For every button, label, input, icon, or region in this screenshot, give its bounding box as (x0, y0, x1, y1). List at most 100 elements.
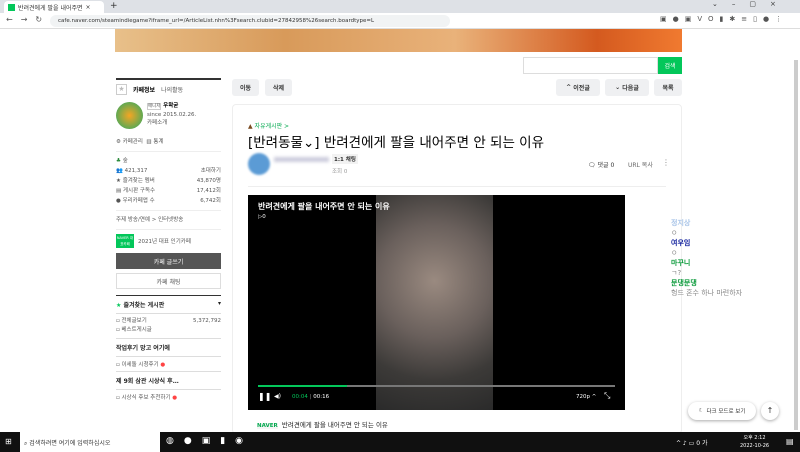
duration: 00:16 (313, 394, 330, 400)
author-name-blurred[interactable] (274, 157, 329, 162)
stat-label: 즐겨찾는 멤버 (122, 178, 155, 184)
taskbar-search[interactable]: ⌕ 검색하려면 여기에 입력하십시오 (20, 432, 160, 452)
video-player[interactable]: 반려견에게 팔을 내어주면 안 되는 이유 ▷0 ❚❚ ◀) 00:04 | 0… (248, 195, 625, 410)
quality-button[interactable]: 720p ^ (576, 394, 596, 400)
chat-text: ㄱ? (671, 269, 682, 277)
chat-message: 정지상 ㅇ (671, 218, 742, 238)
cafe-admin-link[interactable]: 카페관리 (123, 139, 143, 145)
delete-button[interactable]: 삭제 (265, 79, 292, 96)
tab-bar (0, 0, 800, 13)
fav-boards-heading: 즐겨찾는 게시판 (123, 302, 165, 309)
board-viewing-review[interactable]: 이세돌 시청후기 (121, 362, 158, 368)
cafe-chat-button[interactable]: 카페 채팅 (116, 273, 221, 289)
next-label: 다음글 (622, 85, 639, 92)
manager-badge: 매니저 (147, 103, 162, 110)
new-tab-button[interactable]: + (110, 1, 118, 11)
taskbar: ⊞ ⌕ 검색하려면 여기에 입력하십시오 ◍●▣▮◉ ^ ♪ ▭ 0 가 오후 … (0, 432, 800, 452)
star-icon: ★ (116, 302, 122, 309)
board-nominate[interactable]: 시상식 후보 추천하기 (121, 395, 170, 401)
video-caption: NAVER 반려견에게 팔을 내어주면 안 되는 이유 (257, 419, 388, 429)
stats-link[interactable]: 통계 (153, 139, 163, 145)
one-on-one-chat-button[interactable]: 1:1 채팅 (332, 154, 358, 164)
next-post-button[interactable]: ⌄ 다음글 (605, 79, 649, 96)
system-tray[interactable]: ^ ♪ ▭ 0 가 (676, 438, 708, 447)
search-input[interactable] (523, 57, 658, 74)
dark-mode-button[interactable]: ☾ 다크 모드로 보기 (688, 402, 756, 420)
chat-user: 정지상 (671, 219, 691, 227)
board-section-heading: 작업후기 망고 여기에 (116, 338, 221, 356)
volume-icon[interactable]: ◀) (274, 393, 281, 400)
nav-buttons[interactable]: ←→↻ (6, 15, 50, 24)
moon-icon: ☾ (698, 408, 704, 414)
comments-link[interactable]: 🗨 댓글 0 (588, 160, 614, 169)
cafe-topic[interactable]: 주제 방송/연예 > 인터넷방송 (116, 211, 221, 230)
more-icon[interactable]: ⋮ (662, 158, 670, 167)
tree-icon: ♣ (116, 158, 121, 164)
since-date: since 2015.02.26. (147, 112, 197, 118)
member-count: 421,317 (124, 168, 148, 174)
taskbar-apps[interactable]: ◍●▣▮◉ (166, 436, 253, 446)
move-button[interactable]: 이동 (232, 79, 259, 96)
chat-message: 문댕문댕 헝드 혼수 하나 마련하자 (671, 278, 742, 298)
progress-fill (258, 385, 348, 387)
date: 2022-10-26 (740, 443, 770, 449)
window-controls[interactable]: ⌄–▢× (712, 0, 790, 8)
chat-user: 마꾸니 (671, 259, 691, 267)
stat-value: 6,742회 (200, 198, 221, 204)
cafe-level: 숲 (122, 158, 128, 164)
time-display: 00:04 | 00:16 (292, 394, 330, 400)
invite-link[interactable]: 초대하기 (201, 166, 221, 176)
url-input[interactable]: cafe.naver.com/steamindiegame?iframe_url… (50, 15, 450, 27)
list-button[interactable]: 목록 (654, 79, 682, 96)
search-button[interactable]: 검색 (658, 57, 682, 74)
caption-link[interactable]: 반려견에게 팔을 내어주면 안 되는 이유 (282, 421, 388, 429)
scroll-top-button[interactable]: ↑ (761, 402, 779, 420)
write-post-button[interactable]: 카페 글쓰기 (116, 253, 221, 269)
cafe-intro-link[interactable]: 카페소개 (147, 120, 167, 126)
cafe-banner (115, 29, 682, 52)
tab-title: 반려견에게 팔을 내어주면 (18, 4, 83, 12)
author-avatar[interactable] (248, 153, 270, 175)
close-tab-icon[interactable]: × (86, 4, 91, 11)
board-section-heading: 제 9회 삼관 시상식 후… (116, 371, 221, 389)
board-all-posts[interactable]: 전체글보기 (121, 318, 146, 324)
time: 오후 2:12 (743, 435, 766, 441)
prev-post-button[interactable]: ^ 이전글 (556, 79, 600, 96)
board-best[interactable]: 베스트게시글 (121, 327, 151, 333)
board-link[interactable]: ▲ 자유게시판 > (248, 121, 289, 130)
browser-tab[interactable]: 반려견에게 팔을 내어주면 × (4, 1, 104, 13)
stat-label: 게시판 구독수 (122, 188, 156, 194)
star-icon[interactable]: ★ (116, 84, 127, 95)
comment-count: 댓글 0 (597, 162, 615, 169)
chat-user: 문댕문댕 (671, 279, 697, 287)
extension-icons[interactable]: ▣●▣VO▮✱≡▯●⋮ (660, 15, 788, 23)
title-text: 반려견에게 팔을 내어주면 안 되는 이유 (323, 135, 545, 151)
tab-cafe-info[interactable]: 카페정보 (133, 85, 155, 94)
manager-name[interactable]: 우왁굳 (163, 103, 178, 109)
category-dropdown[interactable]: [반려동물⌄] (248, 135, 320, 151)
members-icon: 👥 (116, 168, 123, 174)
windows-start-icon[interactable]: ⊞ (5, 437, 12, 446)
favicon-icon (8, 3, 15, 11)
board-label: 자유게시판 > (254, 123, 290, 130)
fullscreen-icon[interactable]: ⤡ (604, 391, 610, 401)
clock[interactable]: 오후 2:12 2022-10-26 (740, 434, 769, 450)
scrollbar[interactable] (794, 60, 798, 430)
taskbar-search-placeholder: 검색하려면 여기에 입력하십시오 (29, 440, 111, 447)
dropdown-icon[interactable]: ▾ (218, 300, 221, 309)
view-count: 조회 0 (332, 169, 348, 175)
url-copy-button[interactable]: URL 복사 (628, 160, 653, 169)
video-title: 반려견에게 팔을 내어주면 안 되는 이유 (258, 202, 390, 211)
progress-bar[interactable] (258, 385, 615, 387)
article-title: [반려동물⌄] 반려견에게 팔을 내어주면 안 되는 이유 (248, 131, 544, 151)
dark-mode-label: 다크 모드로 보기 (706, 409, 746, 415)
chat-user: 여우임 (671, 239, 691, 247)
video-frame (376, 195, 493, 410)
chat-overlay: 정지상 ㅇ 여우임 ㅇ 마꾸니 ㄱ? 문댕문댕 헝드 혼수 하나 마련하자 (671, 218, 742, 298)
naver-award-badge: NAVER 대표카페 (116, 234, 134, 248)
pause-icon[interactable]: ❚❚ (258, 392, 271, 401)
chat-message: 여우임 ㅇ (671, 238, 742, 258)
tab-my-activity[interactable]: 나의활동 (161, 85, 183, 94)
cafe-logo (116, 102, 143, 129)
notification-icon[interactable]: ▤ (786, 437, 794, 446)
